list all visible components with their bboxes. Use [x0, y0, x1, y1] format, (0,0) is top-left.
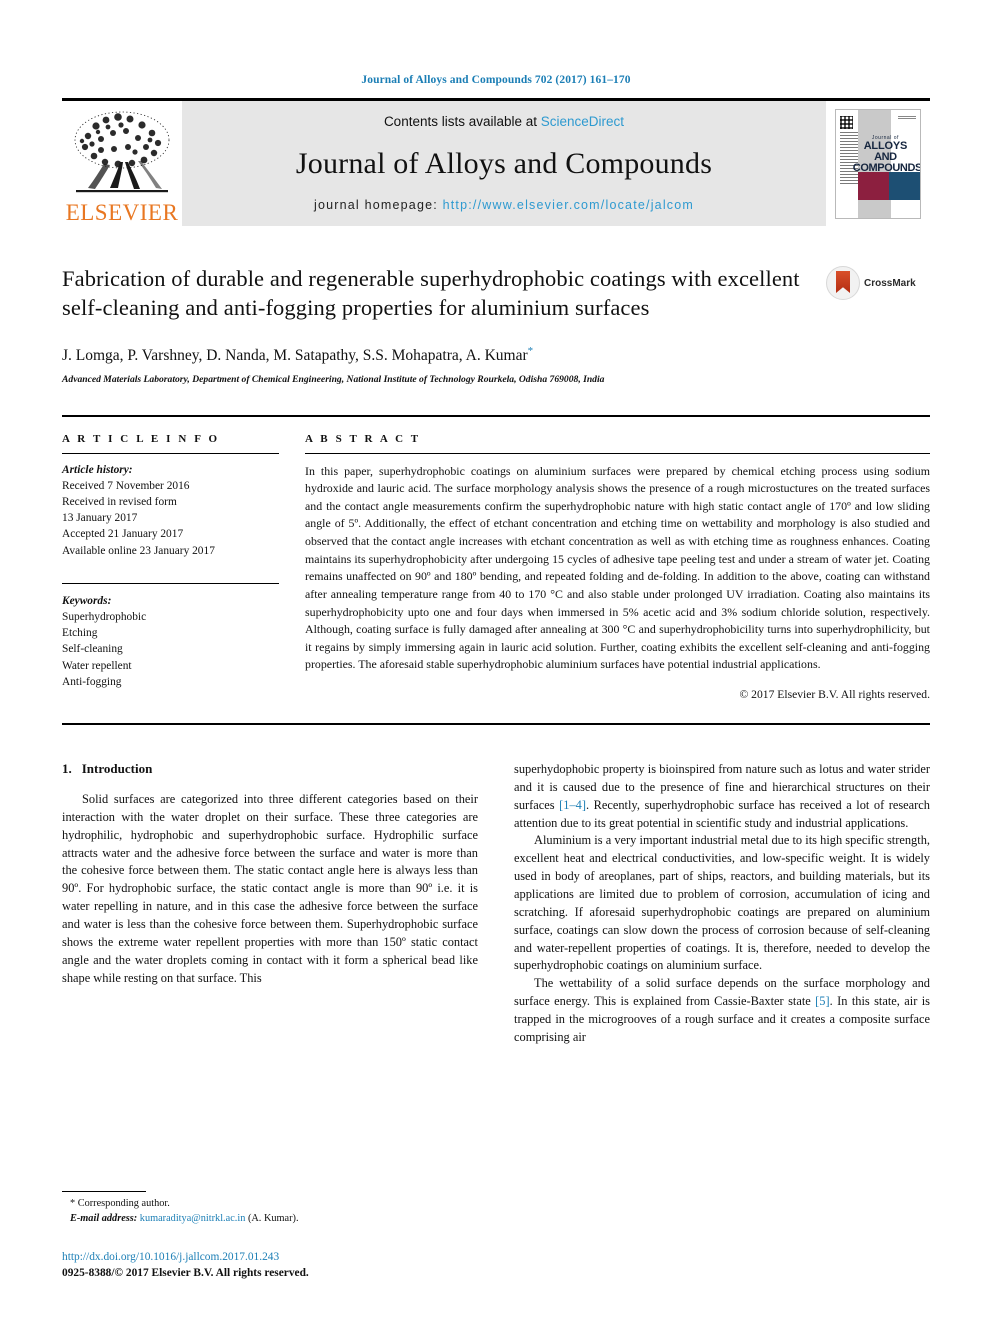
journal-homepage-line: journal homepage: http://www.elsevier.co… — [314, 198, 694, 212]
paper-title: Fabrication of durable and regenerable s… — [62, 266, 800, 321]
email-suffix: (A. Kumar). — [247, 1213, 299, 1225]
footnote-rule — [62, 1191, 146, 1193]
abstract-heading: A B S T R A C T — [305, 432, 421, 445]
article-info-rule — [62, 452, 279, 454]
divider-below-abstract — [62, 722, 930, 725]
keyword-item: Water repellent — [62, 659, 132, 672]
paragraph: Solid surfaces are categorized into thre… — [62, 791, 478, 985]
body-columns: 1. Introduction Solid surfaces are catego… — [62, 761, 930, 1047]
homepage-url-link[interactable]: http://www.elsevier.com/locate/jalcom — [443, 198, 694, 212]
crossmark-label: CrossMark — [864, 277, 916, 289]
contents-prefix: Contents lists available at — [383, 114, 541, 129]
section-title: Introduction — [81, 760, 153, 776]
journal-masthead: ELSEVIER Contents lists available at Sci… — [62, 98, 930, 226]
email-line: E-mail address: kumaraditya@nitrkl.ac.in… — [62, 1212, 450, 1227]
citation-link[interactable]: [5] — [815, 994, 829, 1008]
keyword-item: Self-cleaning — [62, 643, 123, 656]
sciencedirect-link[interactable]: ScienceDirect — [541, 114, 624, 129]
keywords-block: Keywords: Superhydrophobic Etching Self-… — [62, 593, 279, 690]
paragraph: Aluminium is a very important industrial… — [514, 833, 930, 973]
history-item: Received 7 November 2016 — [62, 479, 190, 492]
homepage-label: journal homepage: — [313, 198, 443, 212]
cover-alloys: ALLOYS — [863, 139, 908, 152]
history-item: 13 January 2017 — [62, 512, 138, 525]
keywords-rule — [62, 582, 279, 584]
elsevier-logo: ELSEVIER — [62, 101, 182, 226]
cover-blue-block — [889, 172, 920, 201]
article-info-column: A R T I C L E I N F O Article history: R… — [62, 433, 305, 701]
crossmark-badge[interactable]: CrossMark — [826, 264, 930, 300]
body-column-right: superhydophobic property is bioinspired … — [514, 761, 930, 1047]
cover-image: Journal of ALLOYS AND COMPOUNDS — [835, 108, 921, 219]
title-block: Fabrication of durable and regenerable s… — [62, 264, 930, 385]
abstract-text: In this paper, superhydrophobic coatings… — [305, 463, 930, 672]
cover-and-compounds: AND COMPOUNDS — [852, 150, 921, 174]
paragraph: superhydophobic property is bioinspired … — [514, 761, 930, 832]
cover-maroon-block — [857, 172, 889, 201]
cover-qr-icon — [840, 115, 853, 129]
history-item: Received in revised form — [62, 496, 177, 509]
doi-link[interactable]: http://dx.doi.org/10.1016/j.jallcom.2017… — [62, 1250, 562, 1265]
info-abstract-row: A R T I C L E I N F O Article history: R… — [62, 433, 930, 701]
issn-copyright-line: 0925-8388/© 2017 Elsevier B.V. All right… — [62, 1266, 309, 1279]
title-left: Fabrication of durable and regenerable s… — [62, 264, 826, 385]
paper-page: Journal of Alloys and Compounds 702 (201… — [0, 0, 992, 1323]
abstract-rule — [305, 452, 930, 454]
journal-cover-thumbnail: Journal of ALLOYS AND COMPOUNDS — [826, 101, 930, 226]
article-history: Article history: Received 7 November 201… — [62, 462, 279, 559]
affiliation: Advanced Materials Laboratory, Departmen… — [62, 373, 605, 385]
body-column-left: 1. Introduction Solid surfaces are catego… — [62, 761, 478, 1047]
citation-link[interactable]: [1–4] — [559, 798, 586, 812]
section-number: 1. — [62, 760, 72, 776]
abstract-column: A B S T R A C T In this paper, superhydr… — [305, 433, 930, 701]
keywords-spacer — [62, 559, 279, 583]
keyword-item: Superhydrophobic — [62, 610, 147, 623]
article-history-label: Article history: — [62, 463, 133, 476]
crossmark-icon — [826, 266, 860, 300]
cover-topright-marks — [898, 115, 916, 119]
corresponding-author-footnote: * Corresponding author. E-mail address: … — [62, 1191, 450, 1227]
divider-above-info — [62, 414, 930, 417]
article-info-heading: A R T I C L E I N F O — [62, 432, 220, 445]
author-list: J. Lomga, P. Varshney, D. Nanda, M. Sata… — [62, 345, 808, 365]
elsevier-tree-icon — [74, 111, 170, 193]
page-footer: http://dx.doi.org/10.1016/j.jallcom.2017… — [62, 1250, 562, 1281]
history-item: Available online 23 January 2017 — [62, 544, 215, 557]
author-names: J. Lomga, P. Varshney, D. Nanda, M. Sata… — [62, 346, 528, 364]
keywords-label: Keywords: — [62, 594, 112, 607]
running-head: Journal of Alloys and Compounds 702 (201… — [361, 74, 631, 86]
history-item: Accepted 21 January 2017 — [62, 528, 184, 541]
journal-title: Journal of Alloys and Compounds — [295, 146, 713, 180]
copyright-line: © 2017 Elsevier B.V. All rights reserved… — [739, 687, 930, 701]
corresponding-author-line: * Corresponding author. — [70, 1198, 170, 1210]
contents-available-line: Contents lists available at ScienceDirec… — [384, 114, 624, 129]
email-label: E-mail address: — [70, 1213, 138, 1225]
corresponding-author-marker: * — [527, 344, 534, 357]
masthead-center: Contents lists available at ScienceDirec… — [182, 101, 826, 226]
paragraph: The wettability of a solid surface depen… — [514, 975, 930, 1046]
keyword-item: Anti-fogging — [62, 675, 122, 688]
email-link[interactable]: kumaraditya@nitrkl.ac.in — [140, 1213, 246, 1224]
section-heading-introduction: 1. Introduction — [62, 761, 478, 777]
elsevier-wordmark: ELSEVIER — [65, 200, 179, 225]
keyword-item: Etching — [62, 627, 98, 640]
